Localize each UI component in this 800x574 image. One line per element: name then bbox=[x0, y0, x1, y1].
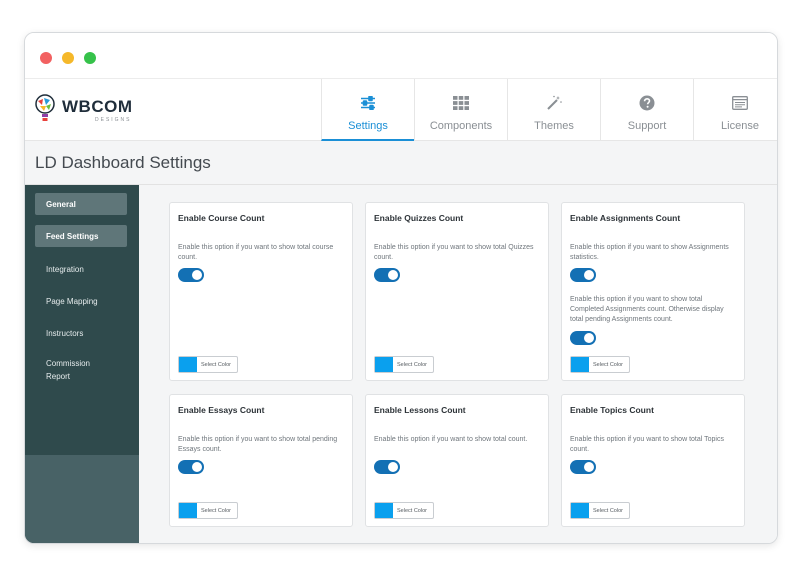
tab-settings-label: Settings bbox=[348, 120, 388, 132]
tab-themes[interactable]: Themes bbox=[507, 79, 600, 141]
sidebar-item-general[interactable]: General bbox=[35, 193, 127, 215]
top-nav-tabs: Settings Components Themes Support Licen… bbox=[321, 79, 777, 141]
sidebar-item-label: Instructors bbox=[46, 328, 84, 338]
sidebar-item-label: Feed Settings bbox=[46, 231, 99, 241]
lessons-count-color-picker[interactable]: Select Color bbox=[374, 502, 434, 519]
quizzes-count-color-picker[interactable]: Select Color bbox=[374, 356, 434, 373]
tab-themes-label: Themes bbox=[534, 120, 574, 132]
color-swatch bbox=[179, 503, 197, 518]
card-description-completed: Enable this option if you want to show t… bbox=[570, 296, 724, 323]
card-title: Enable Essays Count bbox=[178, 405, 265, 415]
course-count-toggle[interactable] bbox=[178, 268, 204, 282]
color-picker-label: Select Color bbox=[397, 361, 427, 368]
color-swatch bbox=[179, 357, 197, 372]
card-description: Enable this option if you want to show t… bbox=[178, 436, 338, 453]
sidebar-item-label: Page Mapping bbox=[46, 296, 98, 306]
card-title: Enable Quizzes Count bbox=[374, 213, 464, 223]
card-quizzes-count: Enable Quizzes Count Enable this option … bbox=[365, 202, 549, 381]
card-essays-count: Enable Essays Count Enable this option i… bbox=[169, 394, 353, 527]
assignments-count-toggle[interactable] bbox=[570, 268, 596, 282]
sliders-icon bbox=[358, 93, 378, 113]
card-title: Enable Course Count bbox=[178, 213, 265, 223]
card-title: Enable Topics Count bbox=[570, 405, 654, 415]
topics-count-color-picker[interactable]: Select Color bbox=[570, 502, 630, 519]
card-title: Enable Lessons Count bbox=[374, 405, 466, 415]
color-picker-label: Select Color bbox=[397, 507, 427, 514]
card-assignments-count: Enable Assignments Count Enable this opt… bbox=[561, 202, 745, 381]
sidebar-item-feed-settings[interactable]: Feed Settings bbox=[35, 225, 127, 247]
tab-support-label: Support bbox=[627, 120, 667, 132]
sidebar-item-integration[interactable]: Integration bbox=[35, 258, 127, 280]
card-description: Enable this option if you want to show t… bbox=[374, 436, 528, 443]
brand-logo: WBCOM DESIGNS bbox=[34, 92, 144, 128]
topics-count-toggle[interactable] bbox=[570, 460, 596, 474]
essays-count-toggle[interactable] bbox=[178, 460, 204, 474]
color-swatch bbox=[571, 503, 589, 518]
sidebar-item-label: General bbox=[46, 199, 76, 209]
essays-count-color-picker[interactable]: Select Color bbox=[178, 502, 238, 519]
completed-assignments-toggle[interactable] bbox=[570, 331, 596, 345]
color-picker-label: Select Color bbox=[201, 361, 231, 368]
app-window: WBCOM DESIGNS Settings Components Themes… bbox=[24, 32, 778, 544]
tab-settings[interactable]: Settings bbox=[321, 79, 414, 141]
sidebar-item-instructors[interactable]: Instructors bbox=[35, 322, 127, 344]
color-swatch bbox=[375, 503, 393, 518]
color-picker-label: Select Color bbox=[593, 507, 623, 514]
tab-support[interactable]: Support bbox=[600, 79, 693, 141]
quizzes-count-toggle[interactable] bbox=[374, 268, 400, 282]
sidebar-item-label: Integration bbox=[46, 264, 84, 274]
color-picker-label: Select Color bbox=[593, 361, 623, 368]
card-description: Enable this option if you want to show t… bbox=[178, 244, 334, 261]
card-course-count: Enable Course Count Enable this option i… bbox=[169, 202, 353, 381]
sidebar-item-commission-report[interactable]: Commission Report bbox=[35, 355, 105, 385]
question-circle-icon bbox=[637, 93, 657, 113]
brand-subtitle: DESIGNS bbox=[95, 117, 132, 123]
card-lessons-count: Enable Lessons Count Enable this option … bbox=[365, 394, 549, 527]
page-title: LD Dashboard Settings bbox=[35, 153, 211, 172]
sidebar-item-page-mapping[interactable]: Page Mapping bbox=[35, 290, 127, 312]
sidebar-footer bbox=[25, 455, 139, 543]
minimize-window-button[interactable] bbox=[62, 52, 74, 64]
assignments-count-color-picker[interactable]: Select Color bbox=[570, 356, 630, 373]
sidebar-item-label: Commission Report bbox=[46, 359, 91, 381]
color-swatch bbox=[571, 357, 589, 372]
plugin-header: WBCOM DESIGNS Settings Components Themes… bbox=[25, 79, 777, 141]
card-description: Enable this option if you want to show A… bbox=[570, 244, 729, 261]
card-title: Enable Assignments Count bbox=[570, 213, 681, 223]
tab-license-label: License bbox=[721, 120, 759, 132]
tab-license[interactable]: License bbox=[693, 79, 777, 141]
page-title-bar: LD Dashboard Settings bbox=[25, 141, 777, 185]
color-picker-label: Select Color bbox=[201, 507, 231, 514]
license-card-icon bbox=[730, 93, 750, 113]
card-description: Enable this option if you want to show t… bbox=[374, 244, 534, 261]
course-count-color-picker[interactable]: Select Color bbox=[178, 356, 238, 373]
tab-components-label: Components bbox=[429, 120, 493, 132]
card-topics-count: Enable Topics Count Enable this option i… bbox=[561, 394, 745, 527]
card-description: Enable this option if you want to show t… bbox=[570, 436, 724, 453]
brand-name: WBCOM bbox=[62, 97, 133, 116]
lightbulb-logo-icon bbox=[35, 94, 55, 121]
close-window-button[interactable] bbox=[40, 52, 52, 64]
tab-components[interactable]: Components bbox=[414, 79, 507, 141]
color-swatch bbox=[375, 357, 393, 372]
maximize-window-button[interactable] bbox=[84, 52, 96, 64]
window-titlebar bbox=[25, 33, 777, 79]
magic-wand-icon bbox=[544, 93, 564, 113]
grid-icon bbox=[451, 93, 471, 113]
settings-content: Enable Course Count Enable this option i… bbox=[139, 185, 777, 543]
lessons-count-toggle[interactable] bbox=[374, 460, 400, 474]
settings-sidebar: General Feed Settings Integration Page M… bbox=[25, 185, 139, 543]
